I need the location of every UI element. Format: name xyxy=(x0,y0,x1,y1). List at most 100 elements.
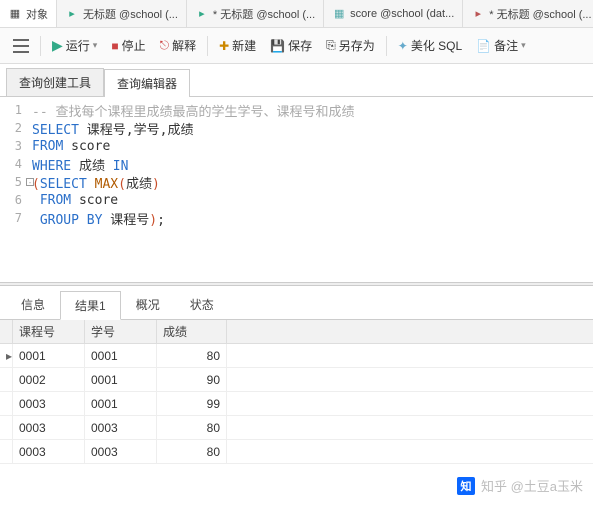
button-label: 另存为 xyxy=(339,37,375,54)
tab-status[interactable]: 状态 xyxy=(175,290,229,319)
saveas-icon: ⎘ xyxy=(326,38,336,53)
code-comment: -- 查找每个课程里成绩最高的学生学号、课程号和成绩 xyxy=(32,105,354,120)
table-row[interactable]: ▸0001000180 xyxy=(0,344,593,368)
table-row[interactable]: 0002000190 xyxy=(0,368,593,392)
beautify-button[interactable]: ✦ 美化 SQL xyxy=(393,35,467,56)
tab-query-3[interactable]: ▸ * 无标题 @school (... xyxy=(463,0,593,27)
tab-label: score @school (dat... xyxy=(350,8,454,20)
query-icon: ▸ xyxy=(195,7,209,21)
query-icon: ▸ xyxy=(65,7,79,21)
table-icon: ▦ xyxy=(332,7,346,21)
code-text: 课程号 xyxy=(102,213,149,228)
separator xyxy=(207,36,208,56)
sql-editor[interactable]: 1-- 查找每个课程里成绩最高的学生学号、课程号和成绩 2SELECT 课程号,… xyxy=(0,96,593,282)
tab-query-1[interactable]: ▸ 无标题 @school (... xyxy=(57,0,187,27)
tab-label: 对象 xyxy=(26,6,48,22)
cell[interactable]: 0002 xyxy=(13,368,85,391)
menu-button[interactable] xyxy=(8,37,34,55)
separator xyxy=(40,36,41,56)
tab-label: * 无标题 @school (... xyxy=(213,6,315,22)
file-tabs: ▦ 对象 ▸ 无标题 @school (... ▸ * 无标题 @school … xyxy=(0,0,593,28)
note-button[interactable]: 📄 备注 ▾ xyxy=(471,35,531,56)
hamburger-icon xyxy=(13,39,29,53)
explain-icon: ⎋ xyxy=(160,38,170,53)
tab-editor[interactable]: 查询编辑器 xyxy=(104,69,190,97)
cell[interactable]: 80 xyxy=(157,344,227,367)
stop-button[interactable]: ■ 停止 xyxy=(106,35,150,56)
save-icon: 💾 xyxy=(270,39,285,53)
save-button[interactable]: 💾 保存 xyxy=(265,35,317,56)
tab-result1[interactable]: 结果1 xyxy=(60,291,121,320)
cell[interactable]: 0001 xyxy=(85,344,157,367)
cell[interactable]: 0003 xyxy=(85,416,157,439)
kw: SELECT xyxy=(40,177,87,192)
cell[interactable]: 0001 xyxy=(85,368,157,391)
button-label: 美化 SQL xyxy=(411,37,462,54)
cell[interactable]: 0003 xyxy=(85,440,157,463)
row-marker xyxy=(0,440,13,463)
paren: ) xyxy=(149,213,157,228)
tab-info[interactable]: 信息 xyxy=(6,290,60,319)
tab-query-2[interactable]: ▸ * 无标题 @school (... xyxy=(187,0,324,27)
watermark-text: 知乎 @土豆a玉米 xyxy=(481,476,583,495)
editor-tabs: 查询创建工具 查询编辑器 xyxy=(0,64,593,96)
cell[interactable]: 0003 xyxy=(13,416,85,439)
play-icon: ▶ xyxy=(52,37,63,54)
kw: FROM xyxy=(40,193,71,208)
cell[interactable]: 0001 xyxy=(13,344,85,367)
table-icon: ▦ xyxy=(8,7,22,21)
button-label: 新建 xyxy=(232,37,256,54)
cell[interactable]: 90 xyxy=(157,368,227,391)
button-label: 备注 xyxy=(494,37,518,54)
result-tabs: 信息 结果1 概况 状态 xyxy=(0,286,593,319)
col-student[interactable]: 学号 xyxy=(85,320,157,343)
button-label: 运行 xyxy=(66,37,90,54)
new-button[interactable]: ✚ 新建 xyxy=(214,35,261,56)
func: MAX xyxy=(95,177,118,192)
cell[interactable]: 99 xyxy=(157,392,227,415)
col-score[interactable]: 成绩 xyxy=(157,320,227,343)
run-button[interactable]: ▶ 运行 ▾ xyxy=(47,35,102,56)
result-grid[interactable]: 课程号 学号 成绩 ▸00010001800002000190000300019… xyxy=(0,319,593,464)
button-label: 解释 xyxy=(172,37,196,54)
code-text: 课程号,学号,成绩 xyxy=(79,123,193,138)
tab-table-score[interactable]: ▦ score @school (dat... xyxy=(324,0,463,27)
col-course[interactable]: 课程号 xyxy=(13,320,85,343)
explain-button[interactable]: ⎋ 解释 xyxy=(155,35,202,56)
table-row[interactable]: 0003000199 xyxy=(0,392,593,416)
separator xyxy=(386,36,387,56)
code-text: 成绩 xyxy=(126,177,152,192)
wand-icon: ✦ xyxy=(398,39,408,53)
dropdown-icon: ▾ xyxy=(521,40,526,51)
cell[interactable]: 80 xyxy=(157,416,227,439)
cell[interactable]: 80 xyxy=(157,440,227,463)
kw: FROM xyxy=(32,139,63,154)
cell[interactable]: 0003 xyxy=(13,392,85,415)
note-icon: 📄 xyxy=(476,39,491,53)
tab-builder[interactable]: 查询创建工具 xyxy=(6,68,104,96)
paren: ) xyxy=(152,177,160,192)
saveas-button[interactable]: ⎘ 另存为 xyxy=(321,35,380,56)
table-row[interactable]: 0003000380 xyxy=(0,440,593,464)
cell[interactable]: 0003 xyxy=(13,440,85,463)
table-row[interactable]: 0003000380 xyxy=(0,416,593,440)
kw: GROUP BY xyxy=(40,213,103,228)
row-marker xyxy=(0,368,13,391)
fold-icon[interactable]: - xyxy=(26,178,34,186)
row-marker xyxy=(0,392,13,415)
row-marker xyxy=(0,416,13,439)
row-marker-head xyxy=(0,320,13,343)
cell[interactable]: 0001 xyxy=(85,392,157,415)
code-text: score xyxy=(71,193,118,208)
new-icon: ✚ xyxy=(219,39,229,53)
grid-header: 课程号 学号 成绩 xyxy=(0,320,593,344)
paren: ( xyxy=(118,177,126,192)
kw: IN xyxy=(113,159,129,174)
kw: SELECT xyxy=(32,123,79,138)
tab-label: 无标题 @school (... xyxy=(83,6,178,22)
code-text: 成绩 xyxy=(71,159,113,174)
tab-profile[interactable]: 概况 xyxy=(121,290,175,319)
button-label: 保存 xyxy=(288,37,312,54)
kw: WHERE xyxy=(32,159,71,174)
tab-objects[interactable]: ▦ 对象 xyxy=(0,0,57,27)
